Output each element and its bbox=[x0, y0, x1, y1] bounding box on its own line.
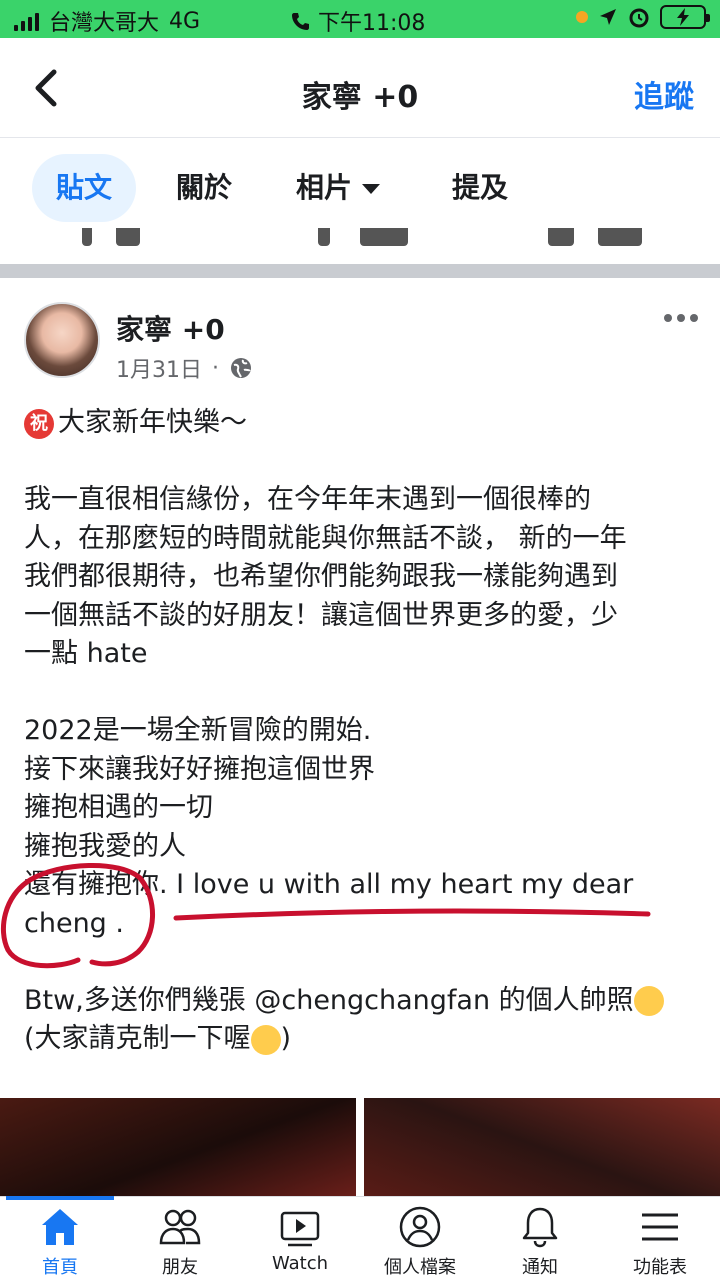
caret-down-icon bbox=[362, 184, 381, 194]
home-icon bbox=[42, 1209, 78, 1245]
nav-profile[interactable]: 個人檔案 bbox=[360, 1197, 480, 1280]
post-line: 一點 hate bbox=[24, 638, 148, 669]
kissing-face-icon bbox=[633, 986, 664, 1016]
tab-mentions[interactable]: 提及 bbox=[452, 154, 508, 222]
alarm-icon bbox=[629, 8, 649, 28]
clock: 下午11:08 bbox=[318, 11, 426, 36]
nav-menu[interactable]: 功能表 bbox=[600, 1197, 720, 1280]
post-line: 我一直很相信緣份，在今年年末遇到一個很棒的 bbox=[24, 484, 591, 515]
battery-icon bbox=[660, 5, 710, 29]
tab-photos[interactable]: 相片 bbox=[296, 154, 381, 222]
nav-notifications[interactable]: 通知 bbox=[480, 1197, 600, 1280]
friends-icon bbox=[159, 1209, 201, 1245]
drooling-face-icon bbox=[250, 1024, 281, 1055]
post-date[interactable]: 1月31日 bbox=[116, 352, 202, 384]
profile-icon bbox=[399, 1206, 441, 1248]
nav-label: 通知 bbox=[522, 1257, 558, 1278]
nav-friends[interactable]: 朋友 bbox=[120, 1197, 240, 1280]
post-author[interactable]: 家寧 +0 bbox=[116, 308, 225, 348]
nav-label: 功能表 bbox=[633, 1257, 687, 1278]
post-line: 還有擁抱你. I love u with all my heart my dea… bbox=[24, 869, 634, 900]
location-icon bbox=[600, 9, 616, 25]
post-photo[interactable] bbox=[0, 1098, 356, 1198]
status-bar: 台灣大哥大 4G 下午11:08 bbox=[0, 0, 720, 38]
section-divider bbox=[0, 264, 720, 278]
cut-off-action-row bbox=[0, 228, 720, 248]
network-type: 4G bbox=[169, 8, 201, 34]
globe-icon bbox=[231, 358, 251, 378]
nav-label: 個人檔案 bbox=[384, 1257, 456, 1278]
post-line: 一個無話不談的好朋友！讓這個世界更多的愛，少 bbox=[24, 599, 618, 631]
tab-about[interactable]: 關於 bbox=[176, 154, 232, 222]
profile-tabs: 貼文 關於 相片 提及 bbox=[0, 140, 720, 264]
bell-icon bbox=[522, 1207, 558, 1248]
post-meta: 1月31日 · bbox=[116, 352, 253, 384]
post-line: 祝大家新年快樂～ bbox=[24, 404, 704, 443]
post-line: cheng . bbox=[24, 907, 124, 939]
post-line: 接下來讓我好好擁抱這個世界 bbox=[24, 753, 375, 785]
menu-icon bbox=[642, 1213, 678, 1241]
signal-icon bbox=[14, 11, 39, 31]
post-text: 祝大家新年快樂～ 我一直很相信緣份，在今年年末遇到一個很棒的 人，在那麼短的時間… bbox=[24, 404, 704, 1059]
tab-posts[interactable]: 貼文 bbox=[32, 154, 137, 222]
blessing-badge-icon: 祝 bbox=[24, 408, 54, 439]
post-line: 人，在那麼短的時間就能與你無話不談， 新的一年 bbox=[24, 522, 627, 554]
post-line: (大家請克制一下喔) bbox=[24, 1023, 292, 1055]
page-header: 家寧 +0 追蹤 bbox=[0, 38, 720, 138]
avatar[interactable] bbox=[24, 302, 100, 378]
nav-home[interactable]: 首頁 bbox=[0, 1196, 120, 1280]
more-options-icon[interactable] bbox=[664, 314, 698, 322]
watch-icon bbox=[280, 1211, 320, 1247]
follow-button[interactable]: 追蹤 bbox=[634, 72, 694, 116]
bottom-nav: 首頁 朋友 Watch 個人檔案 通知 功能表 bbox=[0, 1196, 720, 1280]
post-line: Btw,多送你們幾張 @chengchangfan 的個人帥照 bbox=[24, 982, 704, 1021]
active-tab-indicator bbox=[6, 1196, 114, 1200]
phone-icon bbox=[292, 13, 309, 30]
post-photos bbox=[0, 1098, 720, 1198]
post-line: 擁抱相遇的一切 bbox=[24, 792, 213, 823]
post-line: 我們都很期待，也希望你們能夠跟我一樣能夠遇到 bbox=[24, 561, 618, 592]
nav-label: Watch bbox=[271, 1253, 329, 1274]
post-card: 家寧 +0 1月31日 · 祝大家新年快樂～ 我一直很相信緣份，在今年年末遇到一… bbox=[0, 278, 720, 1278]
recording-dot-icon bbox=[576, 11, 588, 23]
meta-separator: · bbox=[212, 355, 219, 381]
post-photo[interactable] bbox=[364, 1098, 720, 1198]
nav-label: 朋友 bbox=[162, 1257, 198, 1278]
nav-label: 首頁 bbox=[42, 1257, 78, 1278]
nav-watch[interactable]: Watch bbox=[240, 1197, 360, 1280]
page-title: 家寧 +0 bbox=[301, 80, 419, 115]
carrier-name: 台灣大哥大 bbox=[49, 11, 160, 36]
tab-photos-label: 相片 bbox=[296, 171, 353, 204]
post-line: 2022是一場全新冒險的開始. bbox=[24, 715, 372, 746]
post-line: 擁抱我愛的人 bbox=[24, 830, 186, 862]
